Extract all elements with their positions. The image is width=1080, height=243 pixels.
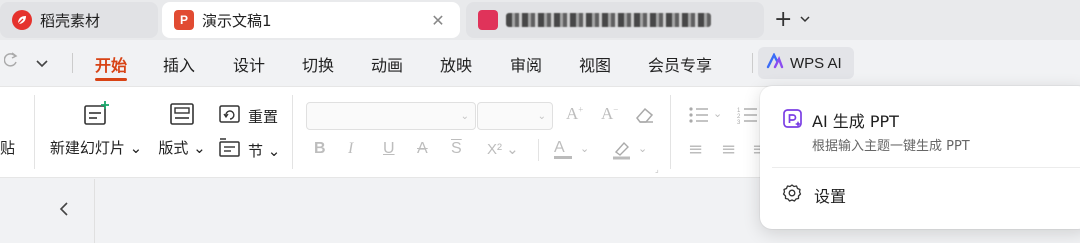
redo-icon[interactable] bbox=[3, 52, 18, 72]
chevron-down-icon[interactable]: ⌄ bbox=[638, 142, 647, 155]
ai-generate-ppt-item[interactable]: AI 生成 PPT 根据输入主题一键生成 PPT bbox=[782, 106, 1080, 162]
wps-ai-dropdown: AI 生成 PPT 根据输入主题一键生成 PPT 设置 bbox=[760, 86, 1080, 229]
active-tab-indicator bbox=[95, 78, 127, 81]
layout-button[interactable]: 版式 ⌄ bbox=[156, 101, 208, 158]
tab-presentation[interactable]: P 演示文稿1 ✕ bbox=[162, 2, 460, 38]
divider bbox=[670, 95, 671, 169]
close-icon[interactable]: ✕ bbox=[428, 10, 448, 30]
tab-title: 稻壳素材 bbox=[40, 11, 101, 30]
reset-icon bbox=[218, 103, 242, 129]
svg-text:3: 3 bbox=[737, 120, 741, 124]
increase-font-size-icon[interactable]: A+ bbox=[566, 104, 583, 124]
font-color-button[interactable]: A bbox=[554, 139, 572, 159]
wps-ai-logo-icon bbox=[766, 52, 784, 73]
tab-view[interactable]: 视图 bbox=[579, 52, 611, 76]
shadow-button[interactable]: S bbox=[451, 140, 462, 158]
divider bbox=[292, 95, 293, 169]
bullet-list-icon[interactable] bbox=[688, 106, 710, 128]
divider bbox=[538, 139, 539, 161]
strikethrough-button[interactable]: A bbox=[417, 140, 428, 158]
redacted-tab-title bbox=[506, 13, 711, 27]
eraser-icon[interactable] bbox=[634, 105, 656, 129]
ai-ppt-subtitle: 根据输入主题一键生成 PPT bbox=[812, 139, 970, 154]
decrease-font-size-icon[interactable]: A− bbox=[601, 104, 618, 124]
bold-button[interactable]: B bbox=[314, 140, 326, 158]
tab-slideshow[interactable]: 放映 bbox=[440, 52, 472, 76]
layout-icon bbox=[169, 101, 195, 127]
tab-docer[interactable]: 稻壳素材 bbox=[0, 2, 158, 38]
italic-button[interactable]: I bbox=[348, 140, 353, 158]
wps-ai-label: WPS AI bbox=[790, 54, 842, 72]
chevron-down-icon[interactable]: ⌄ bbox=[580, 142, 589, 155]
tab-document[interactable] bbox=[466, 2, 764, 38]
chevron-down-icon[interactable]: ⌄ bbox=[713, 107, 722, 120]
font-family-select[interactable]: ⌄ bbox=[306, 102, 476, 130]
tab-home[interactable]: 开始 bbox=[95, 52, 127, 76]
document-icon bbox=[478, 10, 498, 30]
presentation-icon: P bbox=[174, 10, 194, 30]
tab-bar: 稻壳素材 P 演示文稿1 ✕ + bbox=[0, 0, 1080, 40]
tab-review[interactable]: 审阅 bbox=[510, 52, 542, 76]
new-slide-icon bbox=[83, 101, 109, 127]
chevron-left-icon[interactable] bbox=[54, 199, 74, 219]
tab-insert[interactable]: 插入 bbox=[163, 52, 195, 76]
align-left-icon[interactable]: ≡ bbox=[688, 139, 703, 160]
divider bbox=[772, 167, 1080, 168]
superscript-button[interactable]: X² ⌄ bbox=[487, 140, 519, 158]
ai-ppt-title: AI 生成 PPT bbox=[812, 112, 899, 131]
new-tab-button[interactable]: + bbox=[774, 9, 792, 31]
tab-title: 演示文稿1 bbox=[202, 11, 272, 30]
divider bbox=[34, 95, 35, 169]
tab-transitions[interactable]: 切换 bbox=[302, 52, 334, 76]
ai-ppt-icon bbox=[782, 108, 804, 134]
underline-button[interactable]: U bbox=[383, 140, 395, 158]
chevron-down-icon[interactable] bbox=[36, 53, 48, 72]
chevron-down-icon[interactable] bbox=[800, 15, 810, 26]
layout-label: 版式 ⌄ bbox=[158, 139, 206, 157]
divider bbox=[752, 53, 753, 73]
divider bbox=[72, 53, 73, 73]
gear-icon bbox=[782, 183, 802, 207]
tab-member[interactable]: 会员专享 bbox=[648, 52, 712, 76]
section-button[interactable]: 节 ⌄ bbox=[218, 137, 280, 163]
new-slide-button[interactable]: 新建幻灯片 ⌄ bbox=[48, 101, 144, 158]
numbered-list-icon[interactable]: 123 bbox=[737, 106, 759, 128]
new-tab-controls: + bbox=[774, 8, 810, 32]
truncated-label: 贴 bbox=[0, 139, 16, 157]
reset-label: 重置 bbox=[248, 107, 279, 126]
settings-item[interactable]: 设置 bbox=[782, 183, 846, 207]
quick-access bbox=[3, 52, 48, 72]
divider bbox=[94, 179, 95, 243]
reset-button[interactable]: 重置 bbox=[218, 103, 278, 129]
align-center-icon[interactable]: ≡ bbox=[721, 139, 736, 160]
section-icon bbox=[218, 137, 242, 163]
dialog-launcher-icon[interactable]: ⌟ bbox=[655, 165, 659, 174]
font-size-select[interactable]: ⌄ bbox=[477, 102, 553, 130]
settings-label: 设置 bbox=[814, 187, 847, 206]
docer-icon bbox=[12, 10, 32, 30]
tab-design[interactable]: 设计 bbox=[233, 52, 265, 76]
menu-bar: 开始 插入 设计 切换 动画 放映 审阅 视图 会员专享 WPS AI bbox=[0, 40, 1080, 86]
new-slide-label: 新建幻灯片 ⌄ bbox=[49, 139, 143, 157]
wps-ai-button[interactable]: WPS AI bbox=[758, 47, 854, 79]
section-label: 节 ⌄ bbox=[248, 141, 281, 160]
tab-animations[interactable]: 动画 bbox=[371, 52, 403, 76]
highlight-icon[interactable] bbox=[610, 139, 634, 165]
